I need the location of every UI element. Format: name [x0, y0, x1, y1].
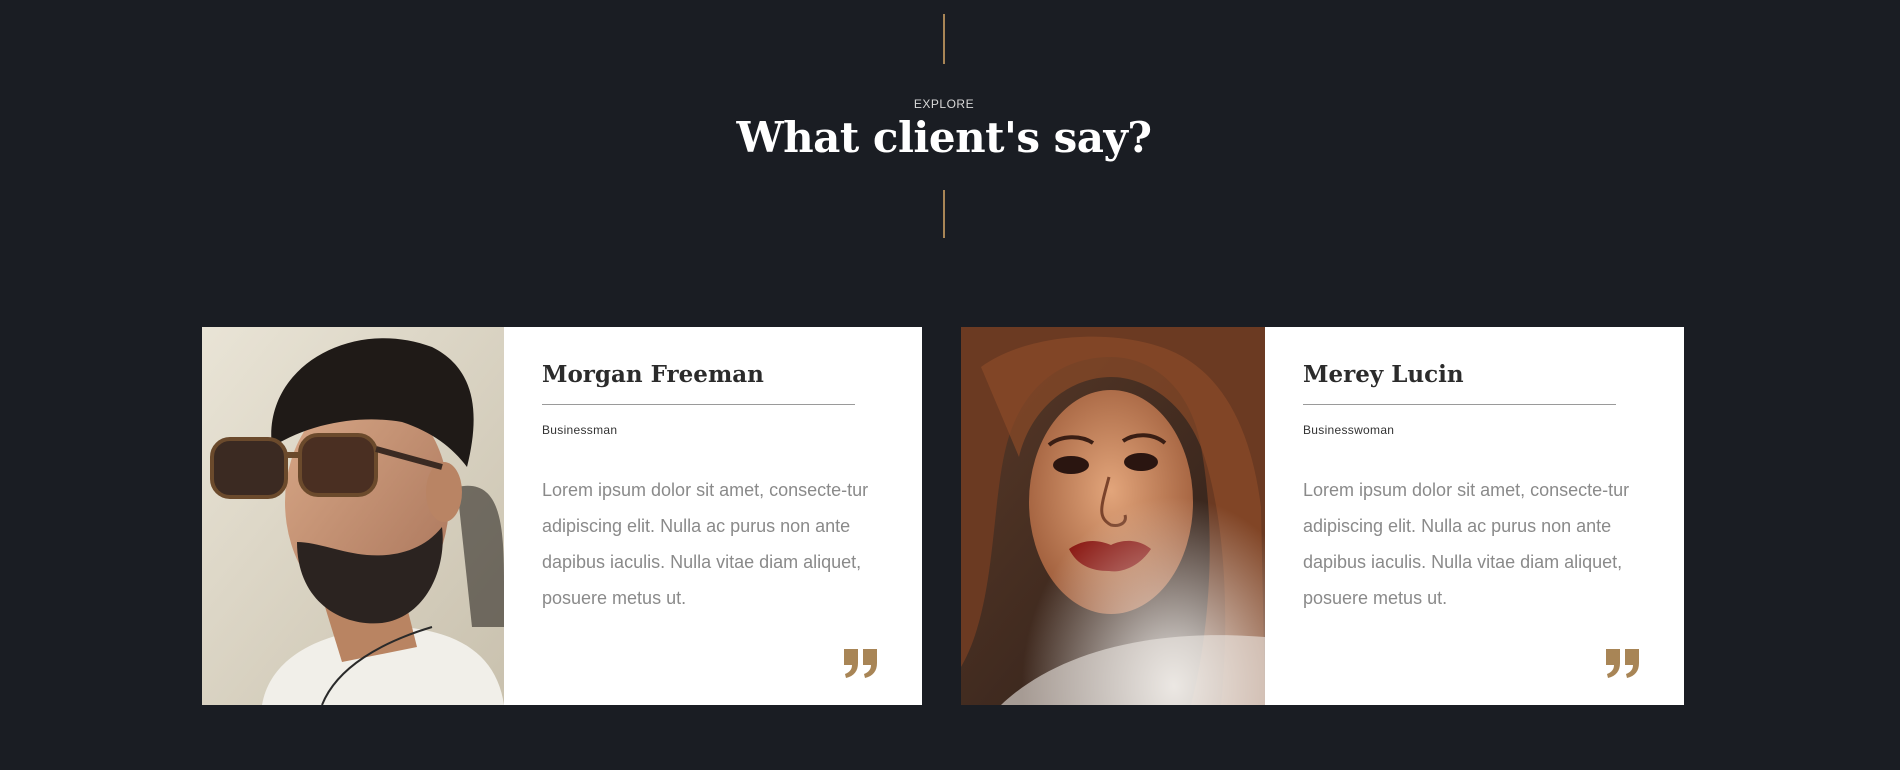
woman-portrait-photo: [961, 327, 1265, 705]
man-with-sunglasses-photo: [202, 327, 504, 705]
testimonial-text: Lorem ipsum dolor sit amet, consecte-tur…: [542, 480, 869, 608]
client-name: Morgan Freeman: [542, 361, 764, 388]
testimonial-card-merey-lucin: Merey Lucin Businesswoman Lorem ipsum do…: [961, 327, 1684, 705]
testimonial-body: Merey Lucin Businesswoman Lorem ipsum do…: [1265, 327, 1684, 705]
top-divider-line: [943, 14, 945, 64]
testimonials-section: EXPLORE What client's say? Morgan Freema…: [0, 0, 1900, 770]
testimonial-text: Lorem ipsum dolor sit amet, consecte-tur…: [1303, 480, 1630, 608]
client-role: Businessman: [542, 423, 618, 437]
testimonial-card-morgan-freeman: Morgan Freeman Businessman Lorem ipsum d…: [202, 327, 922, 705]
client-name: Merey Lucin: [1303, 361, 1464, 388]
testimonial-body: Morgan Freeman Businessman Lorem ipsum d…: [504, 327, 922, 705]
closing-quote-icon: [842, 647, 880, 679]
bottom-divider-line: [943, 190, 945, 238]
name-divider: [542, 404, 855, 405]
name-divider: [1303, 404, 1616, 405]
client-role: Businesswoman: [1303, 423, 1395, 437]
section-title: What client's say?: [736, 113, 1152, 162]
section-eyebrow: EXPLORE: [913, 97, 975, 111]
closing-quote-icon: [1604, 647, 1642, 679]
